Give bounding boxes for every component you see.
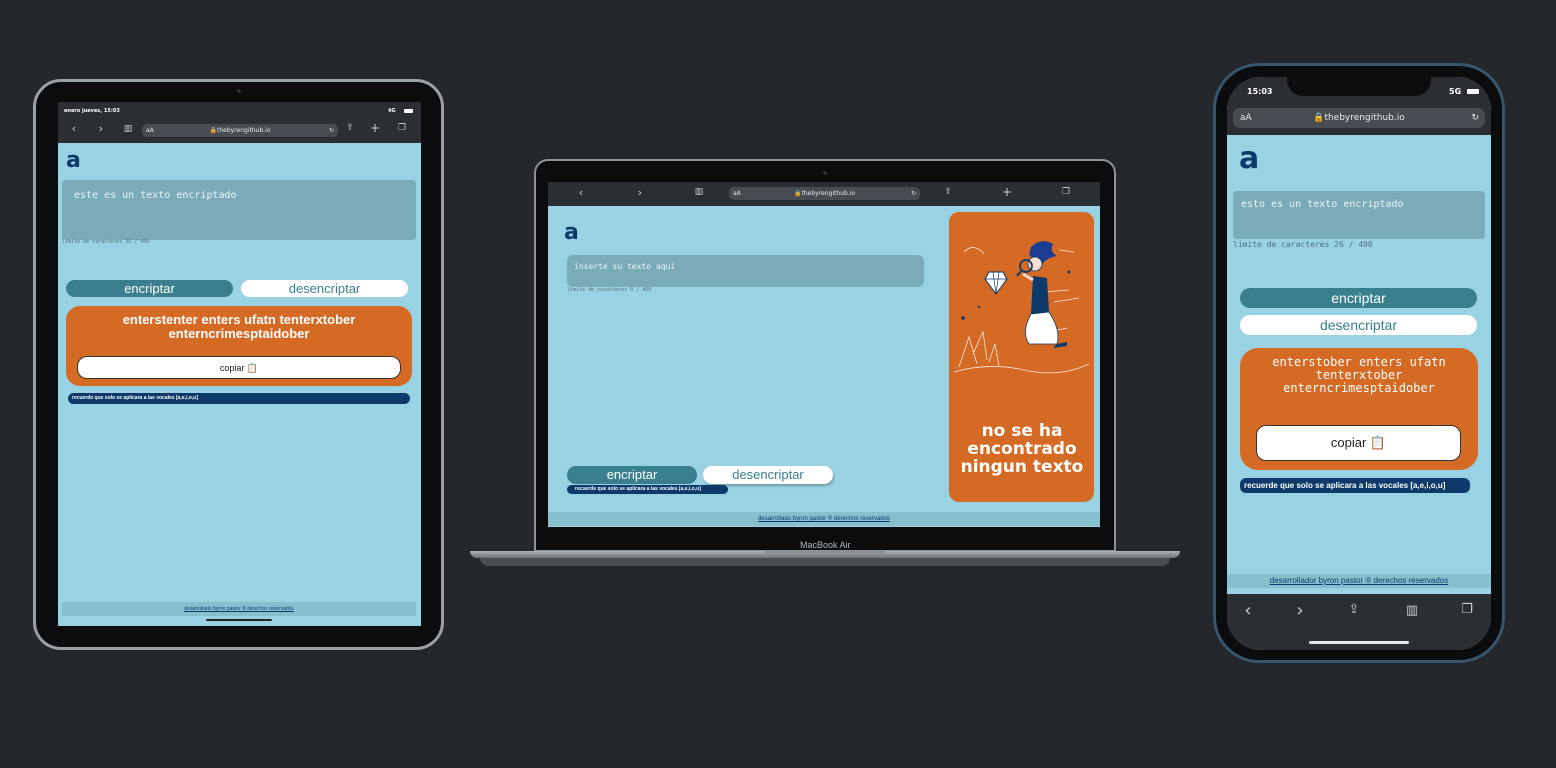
reload-icon[interactable]: ↻ xyxy=(1471,108,1479,128)
back-icon[interactable]: ‹ xyxy=(575,186,587,199)
ipad-text-input[interactable]: este es un texto encriptado xyxy=(62,180,416,240)
reload-icon[interactable]: ↻ xyxy=(911,187,916,200)
laptop-notch xyxy=(765,551,885,555)
iphone-screen: 15:03 5G aA 🔒thebyrengithub.io ↻ a esto … xyxy=(1227,77,1491,650)
iphone-input-text: esto es un texto encriptado xyxy=(1241,199,1404,210)
ipad-vowels-note: recuerde que solo se aplicara a las voca… xyxy=(68,393,410,404)
battery-icon xyxy=(1467,89,1479,94)
iphone-copy-label: copiar xyxy=(1330,435,1367,450)
back-icon[interactable]: ‹ xyxy=(68,122,80,135)
lock-icon: 🔒 xyxy=(209,127,217,134)
iphone-url-bar[interactable]: aA 🔒thebyrengithub.io ↻ xyxy=(1233,108,1485,128)
battery-icon xyxy=(404,109,413,113)
laptop-screen: ‹ › ▥ aA 🔒thebyrengithub.io ↻ ⇪ + ❐ a in… xyxy=(548,182,1100,527)
forward-icon[interactable]: › xyxy=(634,186,646,199)
ipad-status-signal: 4G xyxy=(388,108,396,114)
tabs-icon[interactable]: ❐ xyxy=(396,123,408,133)
ipad-browser-chrome: enero jueves, 15:03 4G ‹ › ▥ aA 🔒thebyre… xyxy=(58,102,421,143)
iphone-logo: a xyxy=(1239,141,1260,176)
person-with-diamond-illustration xyxy=(953,241,1090,374)
ipad-camera xyxy=(237,89,241,93)
ipad-status-time: enero jueves, 15:03 xyxy=(64,108,120,114)
iphone-status-signal: 5G xyxy=(1449,87,1462,96)
laptop-browser-chrome: ‹ › ▥ aA 🔒thebyrengithub.io ↻ ⇪ + ❐ xyxy=(548,182,1100,206)
back-icon[interactable]: ‹ xyxy=(1241,600,1255,621)
ipad-copy-button[interactable]: copiar 📋 xyxy=(77,356,401,379)
tabs-icon[interactable]: ❐ xyxy=(1459,602,1475,617)
iphone-url-text: thebyrengithub.io xyxy=(1324,113,1405,123)
iphone-text-input[interactable]: esto es un texto encriptado xyxy=(1233,191,1485,239)
iphone-output-text: enterstober enters ufatn tenterxtober en… xyxy=(1272,355,1446,395)
ipad-copy-label: copiar xyxy=(219,363,245,373)
iphone-notch xyxy=(1287,66,1431,96)
iphone-footer[interactable]: desarrollador byron pastor ® derechos re… xyxy=(1227,574,1491,588)
iphone-copy-button[interactable]: copiar 📋 xyxy=(1256,425,1461,461)
laptop-output-panel: no se ha encontrado ningun texto xyxy=(949,212,1094,502)
iphone-decrypt-button[interactable]: desencriptar xyxy=(1240,315,1477,335)
ipad-footer[interactable]: desarrollado byron pastor ® derechos res… xyxy=(62,602,416,616)
plus-icon[interactable]: + xyxy=(369,121,381,135)
book-icon[interactable]: ▥ xyxy=(1403,603,1421,618)
clipboard-icon: 📋 xyxy=(1369,435,1387,450)
clipboard-icon: 📋 xyxy=(246,363,259,373)
laptop-url-text: thebyrengithub.io xyxy=(801,190,855,197)
ipad-home-indicator xyxy=(206,619,272,621)
laptop-decrypt-button[interactable]: desencriptar xyxy=(703,466,833,484)
text-size-label[interactable]: aA xyxy=(146,124,154,137)
share-icon[interactable]: ⇪ xyxy=(1346,602,1362,617)
forward-icon[interactable]: › xyxy=(1293,600,1307,621)
text-size-label[interactable]: aA xyxy=(1240,108,1252,128)
diamond-shape xyxy=(984,271,1008,295)
ipad-url-bar[interactable]: aA 🔒thebyrengithub.io ↻ xyxy=(142,124,338,137)
ipad-url-text: thebyrengithub.io xyxy=(216,127,271,134)
iphone-status-time: 15:03 xyxy=(1247,87,1273,96)
iphone-vowels-note: recuerde que solo se aplicara a las voca… xyxy=(1240,478,1470,493)
ipad-input-text: este es un texto encriptado xyxy=(74,190,237,201)
laptop-base-shadow xyxy=(480,558,1170,566)
laptop-model-label: MacBook Air xyxy=(800,540,851,550)
tabs-icon[interactable]: ❐ xyxy=(1060,187,1072,197)
ipad-output-text: enterstenter enters ufatn tenterxtober e… xyxy=(122,312,356,341)
laptop-empty-message: no se ha encontrado ningun texto xyxy=(960,421,1084,477)
ipad-decrypt-button[interactable]: desencriptar xyxy=(241,280,408,297)
plus-icon[interactable]: + xyxy=(1001,185,1013,199)
lock-icon: 🔒 xyxy=(1313,113,1325,123)
laptop-char-limit: límite de caracteres 0 / 400 xyxy=(567,287,652,293)
ipad-encrypt-button[interactable]: encriptar xyxy=(66,280,233,297)
iphone-bottom-toolbar: ‹ › ⇪ ▥ ❐ xyxy=(1227,594,1491,650)
ipad-screen: enero jueves, 15:03 4G ‹ › ▥ aA 🔒thebyre… xyxy=(58,102,421,626)
laptop-encrypt-button[interactable]: encriptar xyxy=(567,466,697,484)
ipad-logo: a xyxy=(66,148,81,173)
ipad-char-limit: límite de caracteres 26 / 400 xyxy=(62,239,150,245)
laptop-logo: a xyxy=(564,220,579,245)
forward-icon[interactable]: › xyxy=(95,122,107,135)
iphone-home-indicator xyxy=(1309,641,1409,644)
reload-icon[interactable]: ↻ xyxy=(329,124,334,137)
iphone-char-limit: límite de caracteres 26 / 400 xyxy=(1233,240,1373,249)
book-icon[interactable]: ▥ xyxy=(692,187,706,197)
share-icon[interactable]: ⇪ xyxy=(344,123,356,133)
iphone-encrypt-button[interactable]: encriptar xyxy=(1240,288,1477,308)
laptop-footer[interactable]: desarrollado byron pastor ® derechos res… xyxy=(548,512,1100,526)
share-icon[interactable]: ⇪ xyxy=(942,187,954,197)
laptop-vowels-note: recuerde que solo se aplicara a las voca… xyxy=(567,485,728,494)
laptop-text-input[interactable]: inserte su texto aquí xyxy=(567,255,924,287)
text-size-label[interactable]: aA xyxy=(733,187,741,200)
laptop-url-bar[interactable]: aA 🔒thebyrengithub.io ↻ xyxy=(729,187,920,200)
laptop-input-placeholder: inserte su texto aquí xyxy=(574,262,676,271)
book-icon[interactable]: ▥ xyxy=(121,124,135,134)
laptop-camera xyxy=(823,171,827,175)
